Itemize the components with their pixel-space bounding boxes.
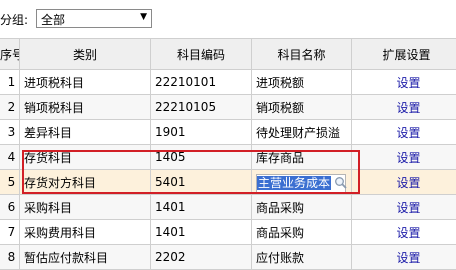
row-index: 4 xyxy=(0,145,20,170)
table-row[interactable]: 3 差异科目 1901 待处理财产损溢 设置 xyxy=(0,120,456,145)
table-header-row: 序号 类别 科目编码 科目名称 扩展设置 xyxy=(0,39,456,70)
row-code: 22210101 xyxy=(151,70,252,95)
row-category: 进项税科目 xyxy=(20,70,151,95)
row-category: 差异科目 xyxy=(20,120,151,145)
row-category: 销项税科目 xyxy=(20,95,151,120)
group-filter-value: 全部 xyxy=(41,11,65,28)
row-category: 暂估应付款科目 xyxy=(20,245,151,270)
row-category: 存货科目 xyxy=(20,145,151,170)
row-name[interactable]: 应付账款 xyxy=(252,245,352,270)
row-index: 8 xyxy=(0,245,20,270)
row-name[interactable]: 商品采购 xyxy=(252,195,352,220)
chevron-down-icon: ▼ xyxy=(140,12,147,22)
row-category: 采购科目 xyxy=(20,195,151,220)
settings-link[interactable]: 设置 xyxy=(352,70,456,95)
settings-link[interactable]: 设置 xyxy=(352,120,456,145)
subject-table: 序号 类别 科目编码 科目名称 扩展设置 1 进项税科目 22210101 进项… xyxy=(0,38,456,270)
row-index: 6 xyxy=(0,195,20,220)
row-name[interactable]: 库存商品 xyxy=(252,145,352,170)
header-category: 类别 xyxy=(20,39,151,70)
selected-text: 主营业务成本 xyxy=(257,176,331,190)
table-row[interactable]: 2 销项税科目 22210105 销项税额 设置 xyxy=(0,95,456,120)
settings-link[interactable]: 设置 xyxy=(352,170,456,195)
header-index: 序号 xyxy=(0,39,20,70)
row-code: 1405 xyxy=(151,145,252,170)
table-row[interactable]: 7 采购费用科目 1401 商品采购 设置 xyxy=(0,220,456,245)
settings-link[interactable]: 设置 xyxy=(352,95,456,120)
row-code: 5401 xyxy=(151,170,252,195)
row-index: 5 xyxy=(0,170,20,195)
settings-link[interactable]: 设置 xyxy=(352,245,456,270)
table-row-selected[interactable]: 5 存货对方科目 5401 主营业务成本 设置 xyxy=(0,170,456,195)
row-name[interactable]: 待处理财产损溢 xyxy=(252,120,352,145)
row-index: 3 xyxy=(0,120,20,145)
table-row[interactable]: 4 存货科目 1405 库存商品 设置 xyxy=(0,145,456,170)
settings-link[interactable]: 设置 xyxy=(352,220,456,245)
table-row[interactable]: 1 进项税科目 22210101 进项税额 设置 xyxy=(0,70,456,95)
row-code: 1401 xyxy=(151,220,252,245)
row-code: 1901 xyxy=(151,120,252,145)
magnifier-icon[interactable] xyxy=(334,176,347,189)
row-name-editor-cell[interactable]: 主营业务成本 xyxy=(252,170,352,195)
table-row[interactable]: 8 暂估应付款科目 2202 应付账款 设置 xyxy=(0,245,456,270)
group-filter-select[interactable]: 全部 ▼ xyxy=(36,9,152,28)
header-extension: 扩展设置 xyxy=(352,39,456,70)
row-name[interactable]: 销项税额 xyxy=(252,95,352,120)
row-name[interactable]: 进项税额 xyxy=(252,70,352,95)
row-name[interactable]: 商品采购 xyxy=(252,220,352,245)
row-index: 2 xyxy=(0,95,20,120)
row-code: 1401 xyxy=(151,195,252,220)
settings-link[interactable]: 设置 xyxy=(352,145,456,170)
row-index: 1 xyxy=(0,70,20,95)
header-code: 科目编码 xyxy=(151,39,252,70)
row-category: 采购费用科目 xyxy=(20,220,151,245)
subject-name-input[interactable]: 主营业务成本 xyxy=(256,174,346,193)
filter-bar: 分组: 全部 ▼ xyxy=(0,0,456,37)
row-index: 7 xyxy=(0,220,20,245)
table-row[interactable]: 6 采购科目 1401 商品采购 设置 xyxy=(0,195,456,220)
header-name: 科目名称 xyxy=(252,39,352,70)
row-category: 存货对方科目 xyxy=(20,170,151,195)
row-code: 2202 xyxy=(151,245,252,270)
settings-link[interactable]: 设置 xyxy=(352,195,456,220)
row-code: 22210105 xyxy=(151,95,252,120)
group-filter-label: 分组: xyxy=(0,11,28,28)
